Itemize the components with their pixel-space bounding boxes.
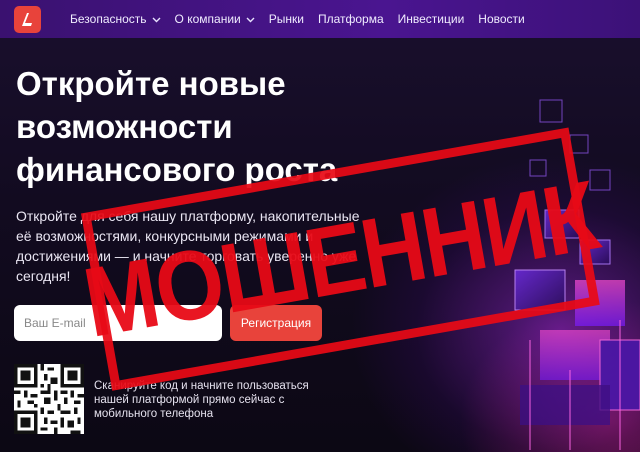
nav-item-label: Платформа [317,12,384,26]
nav-item-label: Безопасность [70,12,147,26]
hero-title-line: Откройте новые [16,65,286,102]
chevron-down-icon [152,15,161,25]
nav-item-label: Новости [478,12,525,26]
nav-item-label: Рынки [268,12,304,26]
nav-item-label: О компании [174,12,241,26]
logo-glyph-icon [21,12,32,26]
main-nav: Безопасность О компании Рынки Платформа … [70,0,525,38]
nav-item-label: Инвестиции [397,12,465,26]
brand-logo[interactable] [14,6,41,33]
nav-item-about[interactable]: О компании [175,12,255,26]
qr-code-icon [14,364,84,434]
chevron-down-icon [246,15,255,25]
nav-item-investments[interactable]: Инвестиции [398,12,465,26]
nav-item-markets[interactable]: Рынки [269,12,304,26]
nav-item-security[interactable]: Безопасность [70,12,161,26]
nav-item-platform[interactable]: Платформа [318,12,384,26]
nav-item-news[interactable]: Новости [478,12,524,26]
top-navigation-bar: Безопасность О компании Рынки Платформа … [0,0,640,38]
